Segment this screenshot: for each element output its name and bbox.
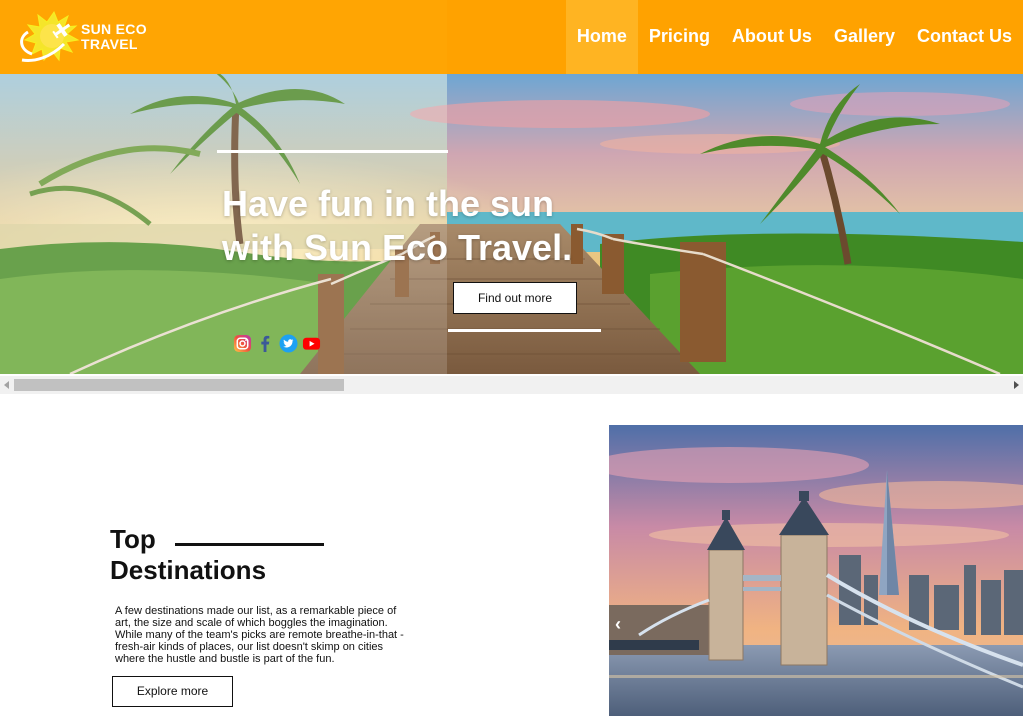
destinations-description: A few destinations made our list, as a r… (115, 605, 404, 665)
heading-underline (175, 543, 324, 546)
brand-name-line2: TRAVEL (81, 36, 138, 52)
nav-about-us[interactable]: About Us (721, 0, 823, 74)
instagram-icon[interactable] (233, 334, 252, 353)
facebook-icon[interactable] (256, 334, 275, 353)
destinations-heading-line1: Top (110, 524, 156, 554)
nav-home[interactable]: Home (565, 0, 638, 74)
hero-decor-line-top (217, 150, 448, 153)
scrollbar-thumb[interactable] (14, 379, 344, 391)
main-menu: Home Pricing About Us Gallery Contact Us (565, 0, 1023, 74)
horizontal-scrollbar[interactable] (0, 376, 1023, 394)
top-navbar: SUN ECO TRAVEL Home Pricing About Us Gal… (0, 0, 1023, 74)
slider-prev-arrow[interactable]: ‹ (615, 614, 621, 635)
london-tower-bridge-image (609, 425, 1023, 716)
sun-airplane-logo-icon (20, 10, 80, 62)
find-out-more-button[interactable]: Find out more (453, 282, 577, 314)
youtube-icon[interactable] (302, 334, 321, 353)
nav-contact-us[interactable]: Contact Us (906, 0, 1023, 74)
social-links (233, 334, 321, 353)
explore-more-button[interactable]: Explore more (112, 676, 233, 707)
brand-name: SUN ECO TRAVEL (81, 22, 147, 52)
top-destinations-heading: Top Destinations (110, 524, 266, 586)
nav-pricing[interactable]: Pricing (638, 0, 721, 74)
hero-heading-line2: with Sun Eco Travel. (222, 227, 573, 268)
brand-logo[interactable]: SUN ECO TRAVEL (14, 10, 154, 64)
destinations-heading-line2: Destinations (110, 555, 267, 585)
hero-decor-line-bottom (448, 329, 601, 332)
nav-gallery[interactable]: Gallery (823, 0, 906, 74)
twitter-icon[interactable] (279, 334, 298, 353)
brand-name-line1: SUN ECO (81, 21, 147, 37)
hero-banner: Have fun in the sun with Sun Eco Travel.… (0, 74, 1023, 374)
hero-heading: Have fun in the sun with Sun Eco Travel. (222, 182, 642, 270)
hero-heading-line1: Have fun in the sun (222, 183, 555, 224)
scroll-right-arrow-icon[interactable] (1009, 376, 1023, 394)
scroll-left-arrow-icon[interactable] (0, 376, 14, 394)
